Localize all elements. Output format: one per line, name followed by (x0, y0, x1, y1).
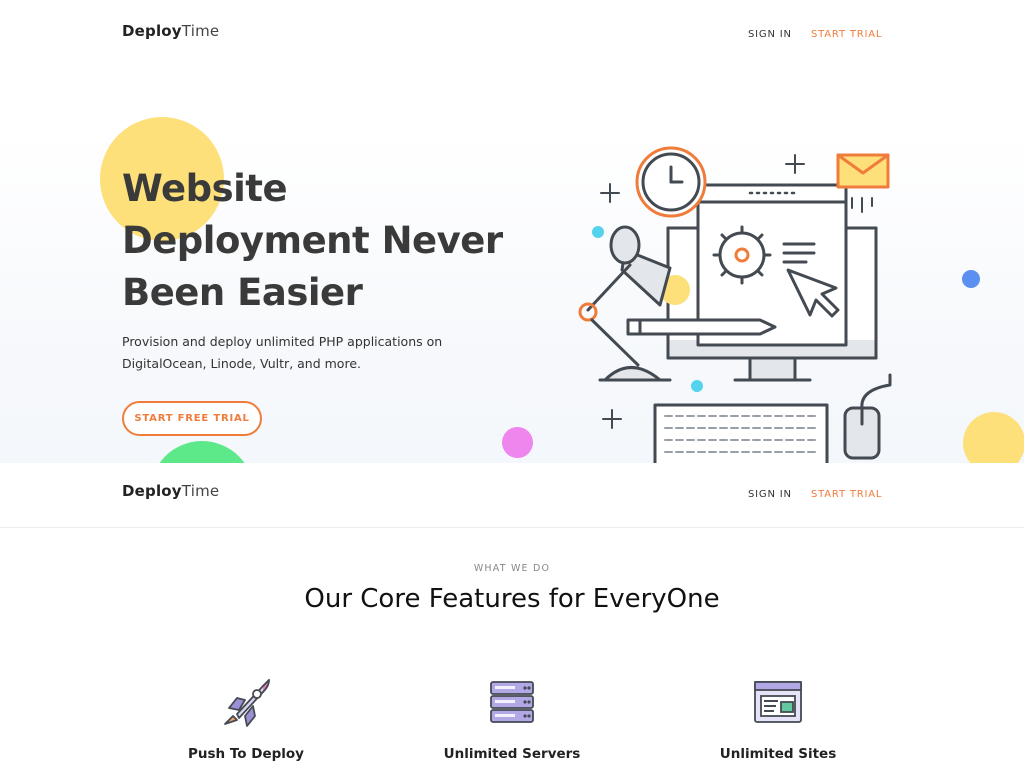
brand-logo[interactable]: DeployTime (122, 22, 219, 40)
rocket-icon (224, 679, 270, 727)
hero-subtitle: Provision and deploy unlimited PHP appli… (122, 334, 443, 371)
keyboard-icon (653, 403, 829, 463)
brand-logo[interactable]: DeployTime (122, 482, 219, 500)
green-circle-decoration (150, 441, 254, 463)
feature-push-to-deploy: Push To Deploy (136, 676, 356, 762)
pink-dot-decoration (502, 427, 533, 458)
hero-title: Website Deployment Never Been Easier (122, 167, 503, 314)
server-icon (490, 681, 534, 723)
workspace-illustration (578, 146, 892, 463)
pencil-icon (626, 318, 777, 336)
feature-unlimited-sites: Unlimited Sites (668, 676, 888, 762)
yellow-corner-circle-decoration (963, 412, 1024, 463)
start-trial-link[interactable]: START TRIAL (811, 29, 882, 40)
sign-in-link[interactable]: SIGN IN (748, 29, 792, 40)
feature-label: Unlimited Servers (443, 746, 581, 762)
section-title: Our Core Features for EveryOne (304, 584, 720, 614)
feature-label: Push To Deploy (188, 746, 304, 762)
section-eyebrow: WHAT WE DO (473, 563, 551, 574)
browser-window-icon (754, 681, 802, 723)
blue-dot-decoration (962, 270, 980, 288)
sticky-header: DeployTime SIGN IN START TRIAL (0, 463, 1024, 528)
cyan-dot-decoration (691, 380, 703, 392)
start-trial-link[interactable]: START TRIAL (811, 489, 882, 500)
start-free-trial-button[interactable]: START FREE TRIAL (122, 401, 262, 436)
hero-section: DeployTime SIGN IN START TRIAL Website D… (0, 0, 1024, 463)
cyan-dot-decoration (592, 226, 604, 238)
feature-label: Unlimited Sites (719, 746, 837, 762)
feature-unlimited-servers: Unlimited Servers (402, 676, 622, 762)
sign-in-link[interactable]: SIGN IN (748, 489, 792, 500)
